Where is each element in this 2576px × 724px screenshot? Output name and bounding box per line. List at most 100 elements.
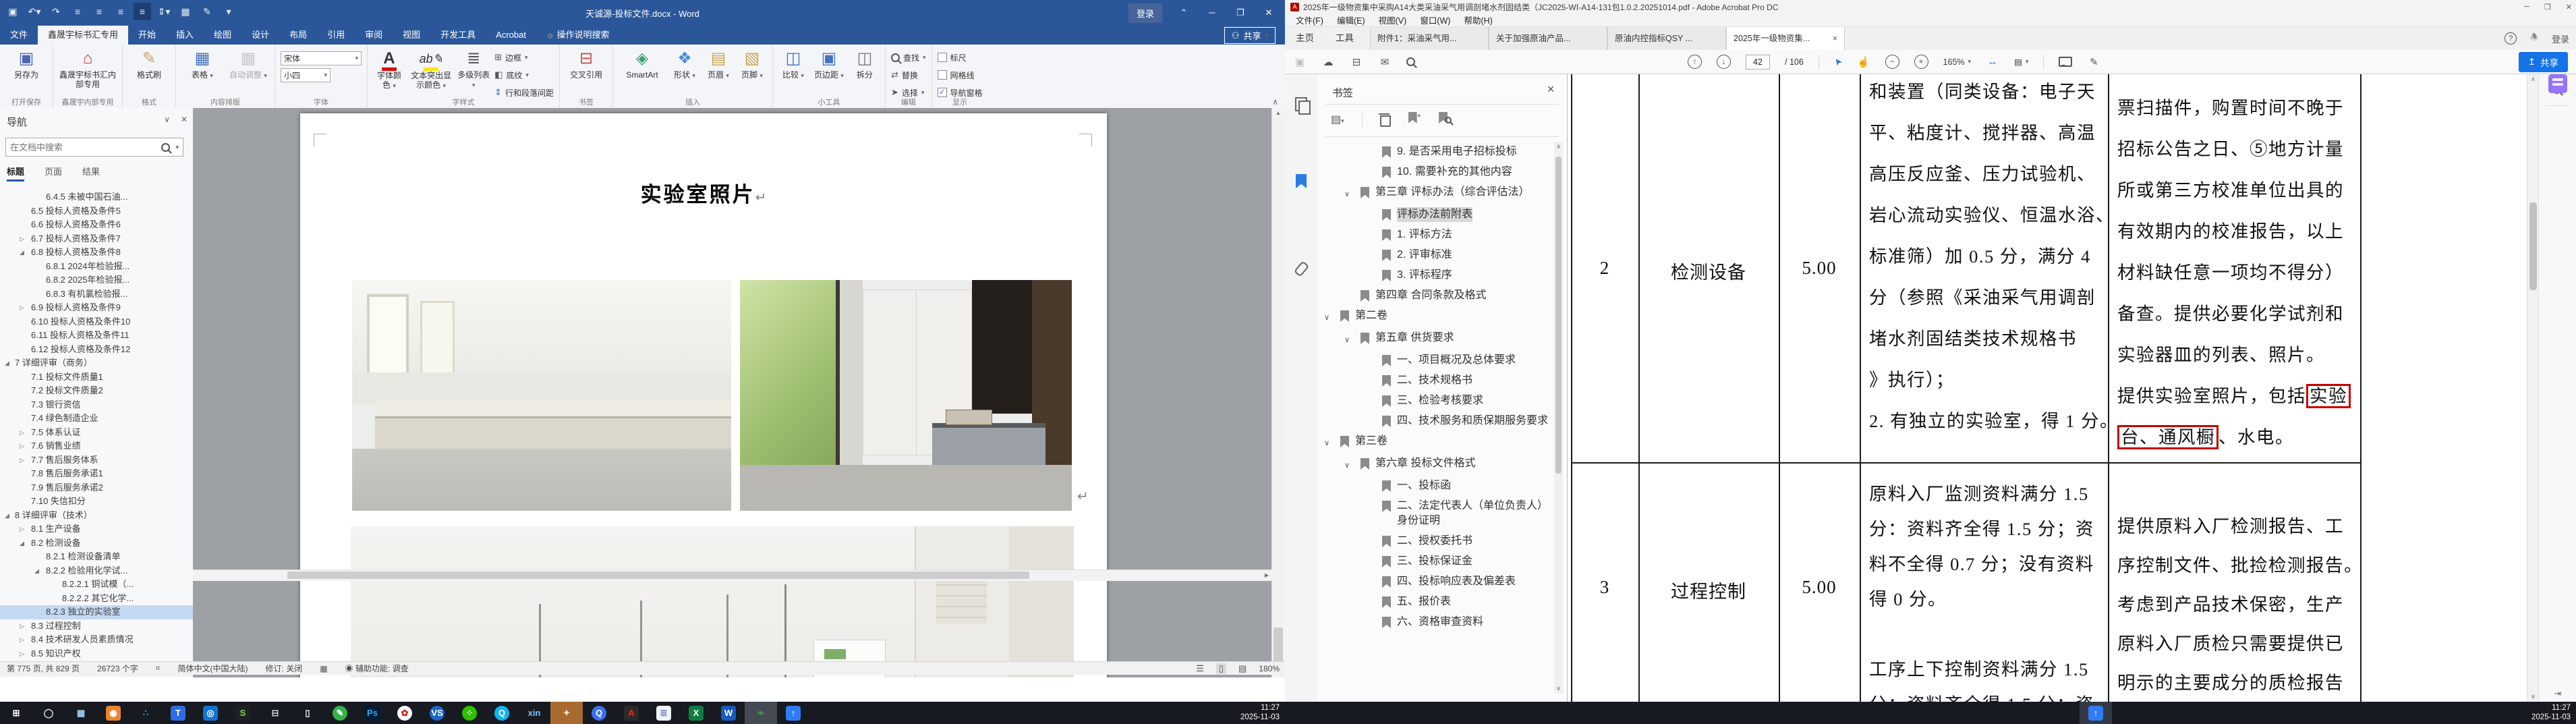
app-tab[interactable]: 工具 — [1325, 27, 1365, 50]
heading-item[interactable]: 7.3 银行资信 — [0, 398, 193, 412]
document-search-box[interactable]: ▾ — [5, 138, 183, 157]
compare-button[interactable]: ◫ 比较 ▾ — [778, 47, 808, 80]
wechat-icon[interactable]: ⁘ — [453, 702, 486, 724]
bookmark-expand-icon[interactable] — [1324, 436, 1334, 451]
ribbon-tab[interactable]: 绘图 — [204, 26, 241, 45]
heading-item[interactable]: 8 详细评审（技术） — [0, 509, 193, 523]
margins-button[interactable]: ▣ 页边距 ▾ — [812, 47, 846, 80]
close-panel-icon[interactable]: ✕ — [1547, 84, 1555, 95]
expand-arrow-icon[interactable] — [20, 232, 28, 246]
expand-arrow-icon[interactable] — [20, 633, 28, 647]
document-page[interactable]: 实验室照片↵ ↵ — [300, 113, 1107, 677]
bookmark-item[interactable]: 9. 是否采用电子招标投标 — [1366, 142, 1555, 162]
expand-arrow-icon[interactable] — [20, 301, 28, 315]
bookmark-item[interactable]: 第三章 评标办法（综合评估法） — [1344, 182, 1555, 204]
word-icon[interactable]: W — [712, 702, 745, 724]
search-icon[interactable] — [1406, 57, 1415, 66]
bookmark-item[interactable]: 评标办法前附表 — [1366, 204, 1555, 225]
delete-bookmark-icon[interactable] — [1378, 113, 1391, 127]
heading-item[interactable]: 7.6 销售业绩 — [0, 439, 193, 453]
help-icon[interactable]: ? — [2505, 32, 2517, 45]
minimize-button[interactable]: ─ — [1199, 3, 1226, 23]
bookmark-item[interactable]: 二、授权委托书 — [1366, 531, 1555, 551]
bookmark-item[interactable]: 一、投标函 — [1366, 476, 1555, 496]
page-display-icon[interactable]: ▤ ▾ — [2014, 57, 2028, 67]
internal-template-button[interactable]: ⌂ 鑫晟宇标书汇内部专用 — [59, 47, 117, 89]
document-tab[interactable]: 原油内控指标QSY ... — [1607, 27, 1726, 50]
ring-app-icon[interactable]: ◎ — [194, 702, 227, 724]
replace-button[interactable]: ⇄ 替换 — [891, 67, 926, 82]
heading-item[interactable]: 7.8 售后服务承诺1 — [0, 467, 193, 481]
pencil-app-icon[interactable]: ✎ — [324, 702, 356, 724]
nav-pane-tab[interactable]: 标题 — [7, 165, 25, 182]
zoom-out-icon[interactable]: − — [1885, 55, 1899, 69]
heading-item[interactable]: 6.9 投标人资格及条件9 — [0, 301, 193, 315]
heading-item[interactable]: 7.4 绿色制造企业 — [0, 412, 193, 426]
maximize-button[interactable]: ❐ — [2544, 3, 2551, 11]
pdf-vscrollbar[interactable]: ∧ ∨ — [2527, 74, 2539, 702]
menu-item[interactable]: 文件(F) — [1290, 13, 1329, 26]
heading-item[interactable]: 6.10 投标人资格及条件10 — [0, 315, 193, 329]
document-app-icon[interactable]: ▯ — [291, 702, 324, 724]
ribbon-tab[interactable]: 引用 — [317, 26, 355, 45]
expand-arrow-icon[interactable] — [5, 509, 13, 523]
menu-item[interactable]: 窗口(W) — [1414, 13, 1456, 26]
clock[interactable]: 11:27 2025-11-03 — [1240, 703, 1280, 722]
text-highlight-button[interactable]: ab✎ 文本突出显示颜色 ▾ — [409, 47, 453, 90]
heading-item[interactable]: 6.4.5 未被中国石油... — [0, 190, 193, 204]
close-tab-icon[interactable]: × — [1833, 27, 1837, 50]
vs-app-icon[interactable]: VS — [421, 702, 453, 724]
heading-item[interactable]: 7.5 体系认证 — [0, 426, 193, 440]
heading-item[interactable]: 8.2.3 独立的实验室 — [0, 605, 193, 619]
heading-item[interactable]: 7.9 售后服务承诺2 — [0, 481, 193, 495]
bookmark-item[interactable]: 第四章 合同条款及格式 — [1344, 285, 1555, 306]
app-tab[interactable]: 主页 — [1285, 27, 1325, 50]
ribbon-tab[interactable]: 操作说明搜索 — [536, 26, 620, 45]
signin-button[interactable]: 登录 — [2552, 32, 2569, 45]
signin-button[interactable]: 登录 — [1128, 3, 1162, 23]
attachments-icon[interactable] — [1285, 260, 1317, 279]
proofing-icon[interactable]: ⌗ — [156, 663, 161, 673]
photos-app-icon[interactable]: ◉ — [97, 702, 130, 724]
page-number-input[interactable]: 42 — [1746, 54, 1770, 69]
heading-item[interactable]: 6.12 投标人资格及条件12 — [0, 343, 193, 357]
bookmark-item[interactable]: 三、检验考核要求 — [1366, 391, 1555, 411]
previous-page-icon[interactable]: ↑ — [1688, 55, 1702, 69]
font-color-button[interactable]: A 字体颜色 ▾ — [373, 47, 405, 90]
xin-app-icon[interactable]: xin — [518, 702, 550, 724]
heading-item[interactable]: 6.8.1 2024年检验报... — [0, 260, 193, 274]
browser-app-icon[interactable]: ✦ — [550, 702, 583, 724]
format-painter-button[interactable]: ✎ 格式刷 — [128, 47, 170, 80]
start-icon[interactable]: ⊞ — [0, 702, 32, 724]
expand-arrow-icon[interactable] — [20, 522, 28, 536]
bookmark-item[interactable]: 四、投标响应表及偏差表 — [1366, 572, 1555, 592]
pencil-markup-icon[interactable]: ✎ — [2087, 56, 2100, 68]
share-button[interactable]: ⚇ 共享 ▾ — [1224, 27, 1276, 44]
share-button[interactable]: ↥ 共享 — [2518, 51, 2568, 72]
nav-pane-tab[interactable]: 结果 — [82, 165, 100, 182]
page-thumbnails-icon[interactable] — [1285, 97, 1317, 115]
expand-arrow-icon[interactable] — [34, 564, 42, 578]
ribbon-tab[interactable]: 开发工具 — [430, 26, 486, 45]
ribbon-tab[interactable]: 鑫晟宇标书汇专用 — [38, 26, 129, 45]
ribbon-tab[interactable]: 审阅 — [355, 26, 393, 45]
heading-item[interactable]: 8.2.2 检验用化学试... — [0, 564, 193, 578]
footer-button[interactable]: ▧ 页脚 ▾ — [737, 47, 767, 80]
uparrow-app-icon[interactable]: ↑ — [777, 702, 809, 724]
bookmark-item[interactable]: 五、报价表 — [1366, 592, 1555, 612]
notifications-bell-icon[interactable]: 🕭 — [2530, 31, 2538, 46]
font-size-select[interactable]: 小四 ▾ — [281, 68, 331, 82]
calculator-icon[interactable]: ▦ — [65, 702, 97, 724]
excel-icon[interactable]: X — [680, 702, 712, 724]
smartart-button[interactable]: ◈ SmartArt — [619, 47, 666, 80]
font-name-select[interactable]: 宋体 ▾ — [281, 51, 362, 65]
share-app-icon[interactable]: ∴ — [130, 702, 162, 724]
save-as-button[interactable]: ▣ 另存为 — [5, 47, 47, 80]
ribbon-tab[interactable]: 开始 — [128, 26, 166, 45]
bookmark-item[interactable]: 3. 评标程序 — [1366, 265, 1555, 285]
shapes-button[interactable]: ❖ 形状 ▾ — [670, 47, 699, 80]
photoshop-icon[interactable]: Ps — [356, 702, 389, 724]
menu-item[interactable]: 帮助(H) — [1458, 13, 1497, 26]
save-icon[interactable]: ▣ — [1293, 56, 1307, 68]
bookmark-item[interactable]: 二、技术规格书 — [1366, 370, 1555, 391]
